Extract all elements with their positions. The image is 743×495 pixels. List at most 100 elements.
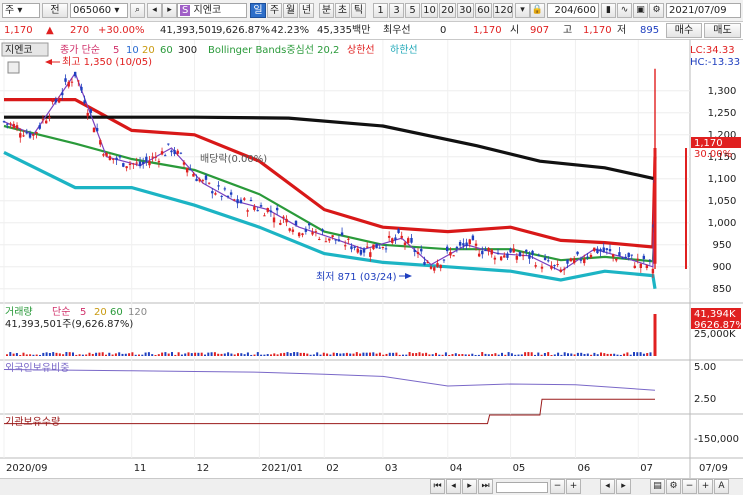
y-tick-label: 900 xyxy=(712,262,731,273)
save-icon[interactable]: ▣ xyxy=(633,3,648,18)
chart-area[interactable]: 1,3001,2501,2001,1501,1001,0501,00095090… xyxy=(0,40,743,478)
y-tick-label: 1,300 xyxy=(708,86,737,97)
candle-body xyxy=(249,199,253,202)
interval-3[interactable]: 3 xyxy=(389,3,404,18)
candle-body xyxy=(648,259,652,261)
volume-bar xyxy=(507,352,510,356)
interval-60[interactable]: 60 xyxy=(475,3,492,18)
interval-10[interactable]: 10 xyxy=(421,3,438,18)
buy-button[interactable]: 매수 xyxy=(666,23,702,38)
count-input[interactable]: 204/600 xyxy=(547,3,599,18)
volume-bar xyxy=(365,352,368,356)
volume-bar xyxy=(646,353,649,356)
stock-code-input[interactable]: 065060 ▾ xyxy=(70,3,128,18)
view-icon[interactable]: ▤ xyxy=(650,479,665,494)
candle-body xyxy=(384,248,388,250)
candle-body xyxy=(627,252,630,258)
candle-body xyxy=(423,261,426,265)
period-minute[interactable]: 분 xyxy=(319,3,334,18)
market-select[interactable]: 주 ▾ xyxy=(2,3,40,18)
period-weekly[interactable]: 주 xyxy=(267,3,282,18)
volume-bar xyxy=(411,353,414,356)
candle-body xyxy=(128,163,132,165)
candle-body xyxy=(420,248,423,252)
interval-30[interactable]: 30 xyxy=(457,3,474,18)
next-page-icon[interactable]: ▸ xyxy=(462,479,477,494)
quote-bar: 1,170 ▲ 270 +30.00% 41,393,501 9,626.87%… xyxy=(0,22,743,40)
candle-body xyxy=(639,263,643,269)
volume-bar xyxy=(88,352,91,356)
candle-body xyxy=(324,241,328,243)
candle-body xyxy=(173,150,176,155)
candle-body xyxy=(266,208,269,212)
candle-body xyxy=(340,232,344,236)
volume-bar xyxy=(171,352,173,356)
move-left-icon[interactable]: ◂ xyxy=(600,479,615,494)
next-stock-icon[interactable]: ▸ xyxy=(162,3,177,18)
volume-bar xyxy=(157,354,160,356)
period-daily[interactable]: 일 xyxy=(250,3,266,18)
candle-body xyxy=(365,246,369,248)
interval-5[interactable]: 5 xyxy=(405,3,420,18)
prev-stock-icon[interactable]: ◂ xyxy=(147,3,162,18)
stock-name-field[interactable]: S 지엔코 xyxy=(177,3,247,18)
candle-body xyxy=(102,154,105,156)
chart-type-icon[interactable]: ▮ xyxy=(601,3,616,18)
volume-bar xyxy=(52,352,55,356)
search-icon[interactable]: ⌕ xyxy=(130,3,145,18)
minus-icon[interactable]: − xyxy=(682,479,697,494)
interval-20[interactable]: 20 xyxy=(439,3,456,18)
chart-menu-icon[interactable] xyxy=(7,61,20,74)
sell-button[interactable]: 매도 xyxy=(704,23,741,38)
interval-settings-icon[interactable]: ▾ xyxy=(515,3,530,18)
volume-bar xyxy=(375,353,378,356)
candle-body xyxy=(394,237,397,240)
stock-type-select[interactable]: 전 xyxy=(42,3,68,18)
interval-120[interactable]: 120 xyxy=(493,3,513,18)
settings-icon[interactable]: ⚙ xyxy=(666,479,681,494)
change-value: 270 xyxy=(70,25,90,36)
low-note: 최저 871 (03/24) xyxy=(316,271,397,283)
volume-bar xyxy=(48,352,51,356)
candle-body xyxy=(490,249,493,255)
indicator-icon[interactable]: ∿ xyxy=(617,3,632,18)
period-tick[interactable]: 틱 xyxy=(351,3,366,18)
candle-body xyxy=(474,243,478,246)
prev-page-icon[interactable]: ◂ xyxy=(446,479,461,494)
volume-bar xyxy=(392,352,395,356)
interval-1[interactable]: 1 xyxy=(373,3,388,18)
zoom-in-icon[interactable]: + xyxy=(566,479,581,494)
candle-body xyxy=(236,199,239,204)
candle-body xyxy=(436,263,439,267)
candle-body xyxy=(337,239,341,242)
volume-bar xyxy=(458,354,461,356)
volume-bar xyxy=(250,354,253,356)
volume-bar xyxy=(111,354,114,356)
plus-icon[interactable]: + xyxy=(698,479,713,494)
candle-body xyxy=(195,178,198,182)
volume-bar xyxy=(474,354,477,356)
volume-bar xyxy=(134,354,137,356)
date-field[interactable]: 2021/07/09 xyxy=(666,3,741,18)
period-second[interactable]: 초 xyxy=(335,3,350,18)
period-yearly[interactable]: 년 xyxy=(299,3,314,18)
candle-body xyxy=(214,193,217,195)
volume-tag-1: 41,394K xyxy=(694,309,736,320)
first-page-icon[interactable]: ⏮ xyxy=(430,479,445,494)
volume-bar xyxy=(161,352,164,356)
volume-bar xyxy=(534,354,536,356)
last-page-icon[interactable]: ⏭ xyxy=(478,479,493,494)
period-monthly[interactable]: 월 xyxy=(283,3,298,18)
move-right-icon[interactable]: ▸ xyxy=(616,479,631,494)
gear-icon[interactable]: ⚙ xyxy=(649,3,664,18)
volume-bar xyxy=(121,353,124,356)
volume-bar xyxy=(19,354,22,356)
volume-bar xyxy=(101,352,104,356)
zoom-slider[interactable] xyxy=(496,482,548,493)
candle-body xyxy=(207,182,211,184)
volume-bar xyxy=(560,354,563,356)
candle-body xyxy=(543,257,547,260)
text-tool-icon[interactable]: A xyxy=(714,479,729,494)
lock-icon[interactable]: 🔒 xyxy=(530,3,545,18)
zoom-out-icon[interactable]: − xyxy=(550,479,565,494)
